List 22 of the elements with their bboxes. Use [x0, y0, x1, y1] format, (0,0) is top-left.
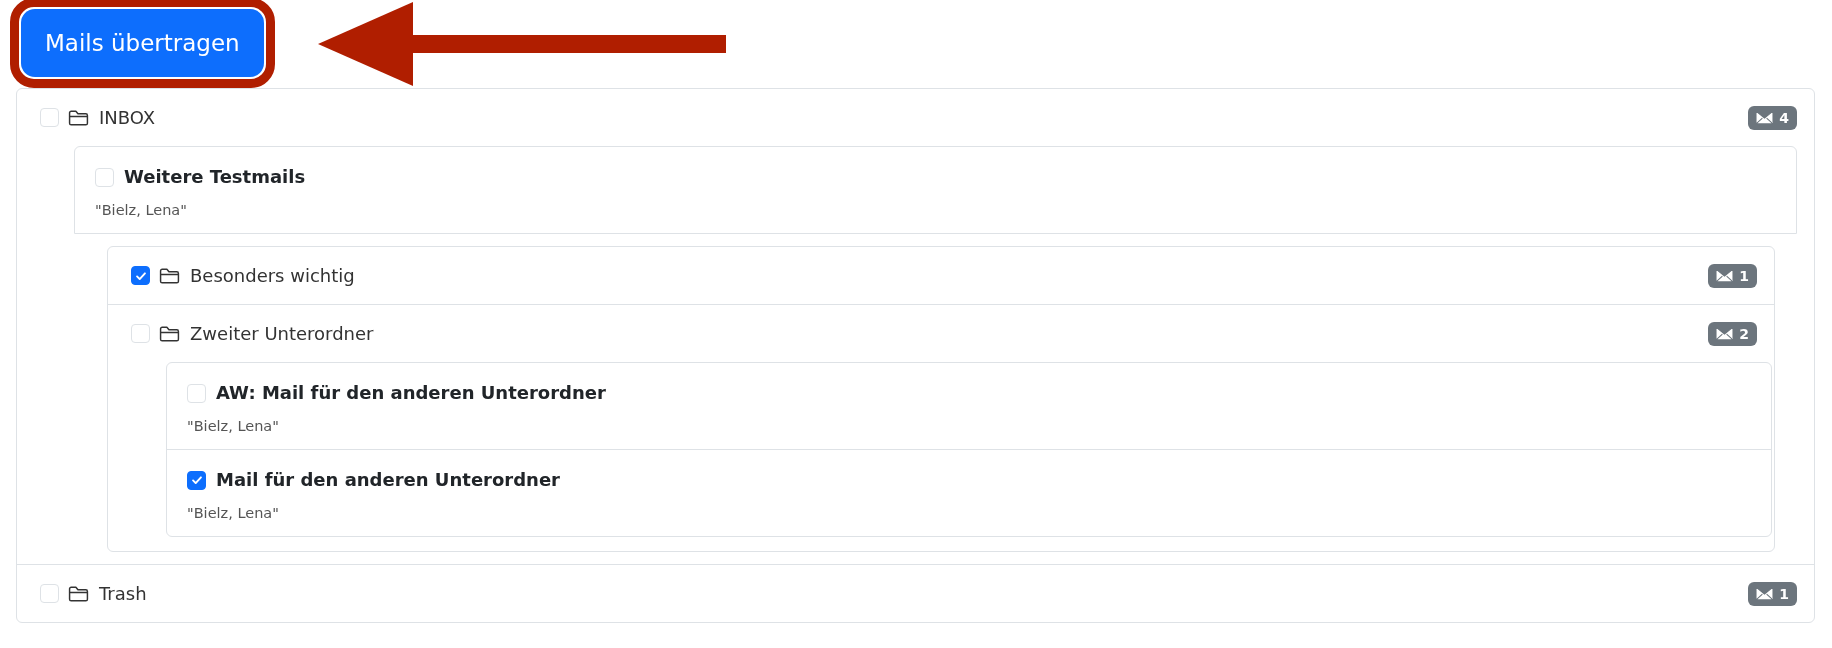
folder-icon — [68, 109, 89, 126]
mail-count-badge: 2 — [1708, 321, 1757, 346]
folder-icon — [159, 267, 180, 284]
transfer-button[interactable]: Mails übertragen — [21, 9, 264, 77]
folder-name: Trash — [99, 583, 147, 604]
folder-icon — [159, 325, 180, 342]
mail-count-badge: 4 — [1748, 105, 1797, 130]
check-icon — [189, 473, 204, 487]
folder-name: INBOX — [99, 107, 156, 128]
folder-name: Besonders wichtig — [190, 265, 355, 286]
mail-sender: "Bielz, Lena" — [187, 418, 280, 434]
checkbox[interactable] — [131, 266, 150, 285]
mail-subject: AW: Mail für den anderen Unterordner — [216, 381, 606, 405]
mail-sender: "Bielz, Lena" — [187, 505, 280, 521]
folder-name: Zweiter Unterordner — [190, 323, 374, 344]
mail-subject: Mail für den anderen Unterordner — [216, 468, 560, 492]
mail-count-badge: 1 — [1748, 581, 1797, 606]
mail-sender: "Bielz, Lena" — [95, 202, 188, 218]
mail-subject: Weitere Testmails — [124, 165, 306, 189]
checkbox[interactable] — [187, 470, 206, 490]
mail-count-badge: 1 — [1708, 263, 1757, 288]
folder-icon — [68, 585, 89, 602]
